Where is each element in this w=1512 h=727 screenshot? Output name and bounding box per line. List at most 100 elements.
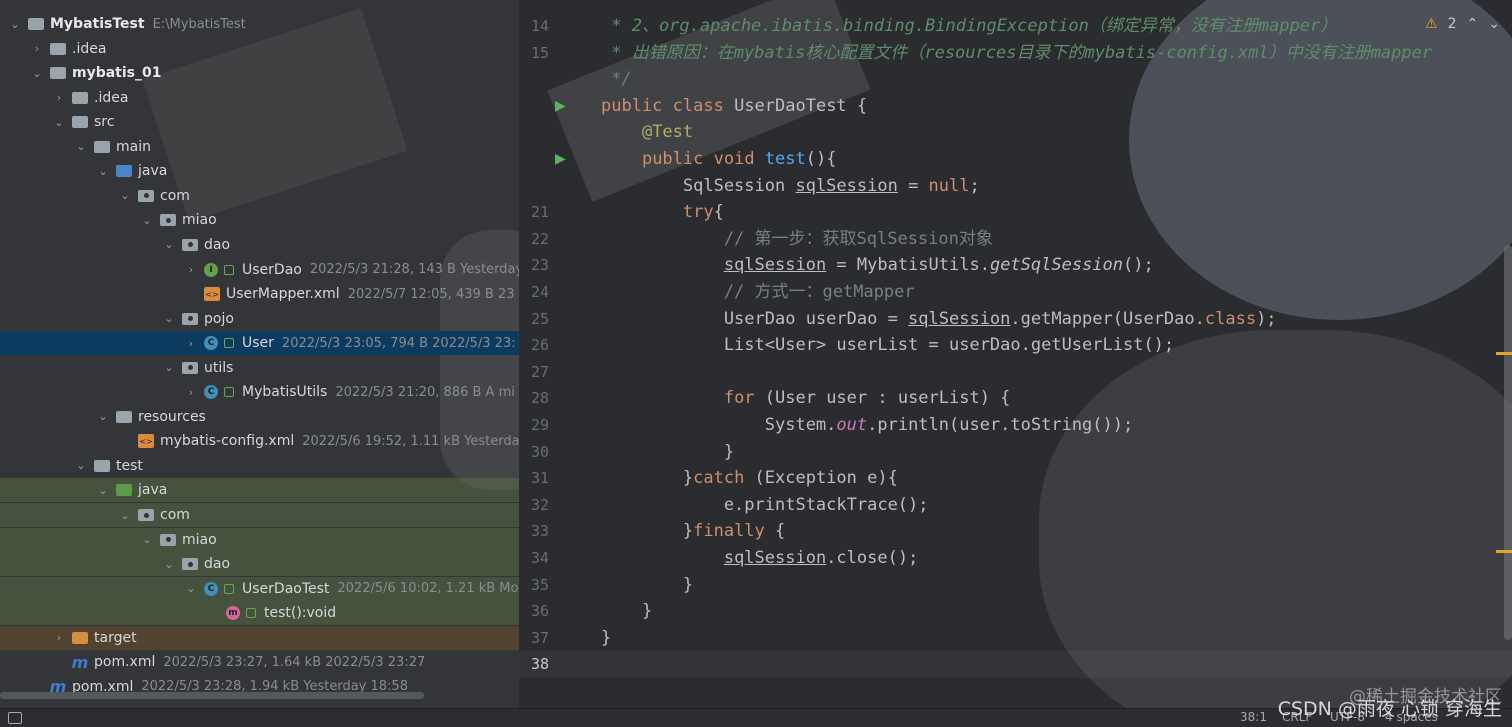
code-line[interactable]: public class UserDaoTest { [601, 93, 867, 119]
horizontal-scrollbar[interactable] [0, 692, 424, 699]
code-line[interactable]: sqlSession.close(); [601, 545, 918, 571]
inspection-widget[interactable]: ⚠ 2 ⌃ ⌄ [1425, 16, 1500, 32]
code-line[interactable]: */ [601, 66, 631, 92]
tree-item-miao[interactable]: ⌄ miao [0, 208, 519, 232]
code-token: .println(user.toString()); [867, 415, 1134, 435]
chevron-down-icon[interactable]: ⌄ [96, 484, 110, 497]
chevron-up-icon[interactable]: ⌃ [1467, 16, 1479, 32]
line-number [519, 173, 549, 199]
line-number: 15 [530, 43, 549, 62]
chevron-down-icon[interactable]: ⌄ [1488, 16, 1500, 32]
vertical-scrollbar[interactable] [1504, 245, 1512, 640]
tree-item-label: UserMapper.xml [226, 286, 340, 303]
tree-item-label: utils [204, 359, 234, 376]
chevron-down-icon[interactable]: ⌄ [96, 410, 110, 423]
code-line[interactable]: try{ [601, 199, 724, 225]
code-line[interactable]: }finally { [601, 518, 785, 544]
tree-item-user[interactable]: › C User 2022/5/3 23:05, 794 B 2022/5/3 23: [0, 331, 519, 356]
code-line[interactable]: e.printStackTrace(); [601, 492, 929, 518]
run-test-icon[interactable]: ▶ [555, 152, 569, 166]
tree-item-miao[interactable]: ⌄ miao [0, 527, 519, 552]
warning-marker[interactable] [1496, 550, 1512, 553]
tree-item-mybatis-01[interactable]: ⌄ mybatis_01 [0, 61, 519, 85]
tree-item-com[interactable]: ⌄ com [0, 184, 519, 208]
code-line[interactable]: SqlSession sqlSession = null; [601, 173, 980, 199]
code-line[interactable]: * 2、org.apache.ibatis.binding.BindingExc… [601, 13, 1337, 39]
code-line[interactable]: // 方式一：getMapper [601, 279, 915, 305]
tree-item-usermapper-xml[interactable]: <> UserMapper.xml 2022/5/7 12:05, 439 B 23… [0, 282, 519, 306]
chevron-down-icon[interactable]: ⌄ [118, 189, 132, 202]
code-line[interactable]: } [601, 598, 652, 624]
chevron-down-icon[interactable]: ⌄ [52, 116, 66, 129]
tree-item-dao[interactable]: ⌄ dao [0, 552, 519, 577]
chevron-right-icon[interactable]: › [184, 386, 198, 399]
code-token: } [601, 601, 653, 622]
tree-item-java[interactable]: ⌄ java [0, 478, 519, 503]
chevron-right-icon[interactable]: › [52, 91, 66, 104]
chevron-down-icon[interactable]: ⌄ [162, 361, 176, 374]
tree-item-test-void[interactable]: m test():void [0, 601, 519, 626]
chevron-down-icon[interactable]: ⌄ [74, 140, 88, 153]
tree-item-idea[interactable]: › .idea [0, 37, 519, 61]
tree-item-pojo[interactable]: ⌄ pojo [0, 307, 519, 331]
code-token: public [601, 95, 673, 116]
warning-marker[interactable] [1496, 352, 1512, 355]
code-line[interactable]: // 第一步：获取SqlSession对象 [601, 226, 993, 252]
code-line[interactable]: List<User> userList = userDao.getUserLis… [601, 332, 1174, 358]
chevron-down-icon[interactable]: ⌄ [140, 214, 154, 227]
chevron-down-icon[interactable]: ⌄ [184, 582, 198, 595]
code-editor[interactable]: 14 15 ▶ ▶ 21 22 23 24 25 26 27 28 29 30 31 32 33 34 35 36 37… [519, 0, 1512, 708]
code-line[interactable]: System.out.println(user.toString()); [601, 412, 1133, 438]
chevron-down-icon[interactable]: ⌄ [30, 67, 44, 80]
tree-item-label: java [138, 163, 168, 180]
chevron-right-icon[interactable]: › [52, 631, 66, 644]
chevron-down-icon[interactable]: ⌄ [8, 18, 22, 31]
xml-icon: <> [138, 434, 154, 449]
code-line[interactable]: } [601, 625, 611, 651]
code-line[interactable]: sqlSession = MybatisUtils.getSqlSession(… [601, 252, 1154, 278]
tree-item-idea[interactable]: › .idea [0, 86, 519, 110]
tree-item-target[interactable]: › target [0, 625, 519, 650]
tree-item-dao[interactable]: ⌄ dao [0, 233, 519, 257]
tree-item-userdaotest[interactable]: ⌄ C UserDaoTest 2022/5/6 10:02, 1.21 kB Mo [0, 576, 519, 601]
chevron-down-icon[interactable]: ⌄ [96, 165, 110, 178]
code-line[interactable]: } [601, 439, 734, 465]
tree-item-mybatis-config-xml[interactable]: <> mybatis-config.xml 2022/5/6 19:52, 1.11… [0, 429, 519, 453]
panel-toggle-icon[interactable] [8, 712, 22, 724]
code-line[interactable]: * 出错原因：在mybatis核心配置文件（resources目录下的mybat… [601, 40, 1432, 66]
code-line[interactable]: @Test [601, 119, 693, 145]
code-line[interactable]: for (User user : userList) { [601, 385, 1011, 411]
chevron-right-icon[interactable]: › [184, 337, 198, 350]
chevron-right-icon[interactable]: › [30, 42, 44, 55]
tree-item-utils[interactable]: ⌄ utils [0, 356, 519, 380]
code-token: List<User> userList = userDao.getUserLis… [601, 335, 1175, 356]
run-test-icon[interactable]: ▶ [555, 99, 569, 113]
tree-item-mybatistest[interactable]: ⌄ MybatisTest E:\MybatisTest [0, 12, 519, 36]
tree-item-test[interactable]: ⌄ test [0, 454, 519, 478]
line-number: 29 [530, 416, 549, 434]
chevron-down-icon[interactable]: ⌄ [162, 558, 176, 571]
tree-item-main[interactable]: ⌄ main [0, 135, 519, 159]
chevron-down-icon[interactable]: ⌄ [140, 533, 154, 546]
code-line[interactable]: UserDao userDao = sqlSession.getMapper(U… [601, 306, 1277, 332]
tree-item-resources[interactable]: ⌄ resources [0, 405, 519, 429]
tree-item-pom-xml[interactable]: m pom.xml 2022/5/3 23:27, 1.64 kB 2022/5/3… [0, 650, 519, 674]
chevron-down-icon[interactable]: ⌄ [162, 238, 176, 251]
code-line[interactable]: } [601, 572, 693, 598]
code-token: System. [601, 415, 837, 435]
chevron-down-icon[interactable]: ⌄ [162, 312, 176, 325]
code-line[interactable]: }catch (Exception e){ [601, 465, 898, 491]
project-tree-panel[interactable]: ⌄ MybatisTest E:\MybatisTest › .idea ⌄ mybatis… [0, 0, 519, 708]
caret-position[interactable]: 38:1 [1240, 710, 1267, 724]
tree-item-mybatisutils[interactable]: › C MybatisUtils 2022/5/3 21:20, 886 B A mi [0, 380, 519, 404]
tree-item-com[interactable]: ⌄ com [0, 503, 519, 527]
tree-item-java[interactable]: ⌄ java [0, 159, 519, 183]
line-gutter[interactable]: 14 15 ▶ ▶ 21 22 23 24 25 26 27 28 29 30 31 32 33 34 35 36 37… [519, 0, 599, 708]
tree-item-src[interactable]: ⌄ src [0, 110, 519, 134]
chevron-down-icon[interactable]: ⌄ [118, 509, 132, 522]
chevron-down-icon[interactable]: ⌄ [74, 459, 88, 472]
chevron-right-icon[interactable]: › [184, 263, 198, 276]
code-line[interactable]: public void test(){ [601, 146, 837, 172]
tree-item-userdao[interactable]: › I UserDao 2022/5/3 21:28, 143 B Yesterday [0, 258, 519, 282]
